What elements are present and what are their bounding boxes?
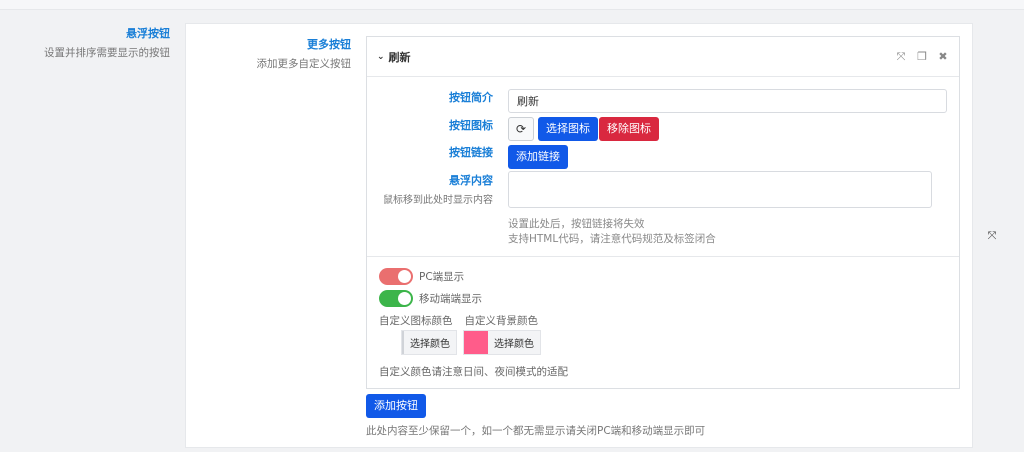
copy-icon[interactable]: ❐	[916, 50, 928, 64]
select-icon-button[interactable]: 选择图标	[538, 117, 598, 141]
panel-divider	[367, 256, 959, 257]
icon-color-button-label: 选择颜色	[410, 339, 450, 350]
intro-input[interactable]	[508, 89, 947, 113]
bg-color-picker[interactable]: 选择颜色	[463, 330, 541, 355]
close-icon[interactable]: ✖	[937, 50, 949, 64]
hover-description: 鼠标移到此处时显示内容	[383, 195, 493, 206]
section-description: 设置并排序需要显示的按钮	[44, 47, 170, 59]
footer-note: 此处内容至少保留一个，如一个都无需显示请关闭PC端和移动端显示即可	[366, 425, 706, 437]
icon-label: 按钮图标	[449, 119, 493, 132]
add-button[interactable]: 添加按钮	[366, 394, 426, 418]
pc-display-toggle[interactable]	[379, 268, 413, 285]
icon-color-picker[interactable]: 选择颜色	[401, 330, 457, 355]
hover-help: 设置此处后，按钮链接将失效 支持HTML代码，请注意代码规范及标签闭合	[508, 217, 716, 247]
help-line-1: 设置此处后，按钮链接将失效	[508, 218, 645, 230]
section-header: 悬浮按钮 设置并排序需要显示的按钮	[44, 25, 170, 60]
bg-color-button-label: 选择颜色	[494, 339, 534, 350]
pc-toggle-label: PC端显示	[419, 271, 465, 283]
hover-label: 悬浮内容	[449, 174, 493, 187]
top-divider	[0, 0, 1024, 10]
refresh-icon[interactable]: ⟳	[508, 117, 534, 141]
icon-color-label: 自定义图标颜色	[379, 315, 453, 327]
color-labels: 自定义图标颜色 自定义背景颜色	[379, 313, 538, 328]
button-item-panel: ⌄ 刷新 ⤧ ❐ ✖ 按钮简介 按钮图标 ⟳ 选择图标 移除图标 按钮链接 添加…	[366, 36, 960, 389]
sub-section-header: 更多按钮 添加更多自定义按钮	[185, 36, 352, 71]
hover-label-group: 悬浮内容 鼠标移到此处时显示内容	[367, 172, 493, 206]
help-line-2: 支持HTML代码，请注意代码规范及标签闭合	[508, 233, 716, 245]
link-label: 按钮链接	[449, 146, 493, 159]
mobile-display-toggle[interactable]	[379, 290, 413, 307]
fullscreen-icon[interactable]: ⤧	[986, 230, 998, 242]
mobile-toggle-label: 移动端端显示	[419, 293, 482, 305]
item-header[interactable]: ⌄ 刷新 ⤧ ❐ ✖	[367, 37, 959, 77]
remove-icon-button[interactable]: 移除图标	[599, 117, 659, 141]
sub-section-title: 更多按钮	[307, 38, 351, 51]
bg-color-swatch	[464, 331, 488, 354]
chevron-down-icon[interactable]: ⌄	[377, 52, 385, 62]
section-title: 悬浮按钮	[126, 27, 170, 40]
item-name: 刷新	[388, 50, 411, 64]
hover-content-textarea[interactable]	[508, 171, 932, 208]
fullscreen-icon[interactable]: ⤧	[895, 50, 907, 64]
intro-label: 按钮简介	[449, 91, 493, 104]
sub-section-description: 添加更多自定义按钮	[256, 58, 352, 70]
mobile-toggle-row: 移动端端显示	[379, 290, 482, 307]
add-link-button[interactable]: 添加链接	[508, 145, 568, 169]
bg-color-label: 自定义背景颜色	[464, 315, 539, 327]
pc-toggle-row: PC端显示	[379, 268, 464, 285]
color-note: 自定义颜色请注意日间、夜间模式的适配	[379, 366, 568, 378]
